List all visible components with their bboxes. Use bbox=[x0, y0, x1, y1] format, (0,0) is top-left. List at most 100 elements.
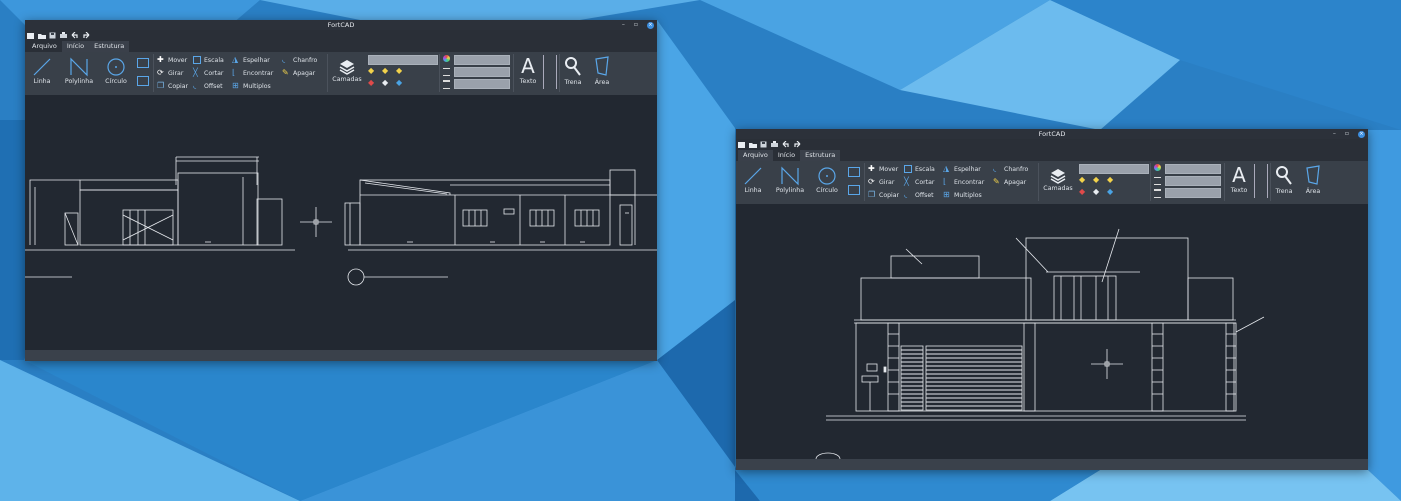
polyline-tool-button[interactable]: Polylinha bbox=[774, 165, 806, 194]
layer-freeze-icon[interactable]: ◆ bbox=[1093, 175, 1099, 184]
tab-arquivo[interactable]: Arquivo bbox=[738, 150, 773, 161]
layer-dropdown[interactable] bbox=[1079, 164, 1149, 174]
print-icon[interactable] bbox=[60, 32, 68, 39]
chamfer-button[interactable]: ◟ Chanfro bbox=[993, 165, 1028, 173]
polyline-tool-button[interactable]: Polylinha bbox=[63, 56, 95, 85]
array-button[interactable]: ⊞ Multiplos bbox=[943, 191, 982, 199]
scale-button[interactable]: Escala bbox=[904, 165, 935, 173]
lineweight-dropdown[interactable] bbox=[454, 79, 510, 89]
area-button[interactable]: Área bbox=[591, 55, 613, 86]
layers-button[interactable]: Camadas bbox=[1041, 167, 1075, 192]
close-button[interactable]: × bbox=[647, 21, 654, 29]
open-folder-icon[interactable] bbox=[749, 141, 757, 148]
chamfer-button[interactable]: ◟ Chanfro bbox=[282, 56, 317, 64]
drawing-canvas[interactable] bbox=[736, 204, 1368, 459]
chamfer-icon: ◟ bbox=[993, 164, 997, 173]
layer-on-icon[interactable]: ◆ bbox=[1079, 175, 1085, 184]
maximize-button[interactable]: ▫ bbox=[634, 20, 638, 30]
layer-current-icon[interactable]: ◆ bbox=[382, 78, 388, 87]
close-button[interactable]: × bbox=[1358, 130, 1365, 138]
rectangle-icon[interactable] bbox=[137, 58, 149, 68]
tab-inicio[interactable]: Início bbox=[773, 150, 800, 161]
open-folder-icon[interactable] bbox=[38, 32, 46, 39]
extend-button[interactable]: ⌊ Encontrar bbox=[943, 178, 984, 186]
measure-button[interactable]: Trena bbox=[562, 55, 584, 86]
window-titlebar[interactable]: FortCAD – ▫ × bbox=[736, 129, 1368, 139]
layer-delete-icon[interactable]: ◆ bbox=[368, 78, 374, 87]
layer-lock-icon[interactable]: ◆ bbox=[1107, 175, 1113, 184]
minimize-button[interactable]: – bbox=[622, 20, 625, 30]
mirror-button[interactable]: ◮ Espelhar bbox=[943, 165, 981, 173]
tab-estrutura[interactable]: Estrutura bbox=[800, 150, 841, 161]
layer-current-icon[interactable]: ◆ bbox=[1093, 187, 1099, 196]
erase-button[interactable]: ✎ Apagar bbox=[282, 69, 315, 77]
move-button[interactable]: ✚ Mover bbox=[157, 56, 187, 64]
dimension-icon[interactable] bbox=[1254, 164, 1268, 198]
dimension-icon[interactable] bbox=[543, 55, 557, 89]
linetype-dropdown[interactable] bbox=[454, 67, 510, 77]
trim-button[interactable]: ╳ Cortar bbox=[904, 178, 934, 186]
offset-button[interactable]: ◟ Offset bbox=[193, 82, 223, 90]
layer-dropdown[interactable] bbox=[368, 55, 438, 65]
line-tool-button[interactable]: Linha bbox=[30, 56, 54, 85]
window-titlebar[interactable]: FortCAD – ▫ × bbox=[25, 20, 657, 30]
layer-match-icon[interactable]: ◆ bbox=[1107, 187, 1113, 196]
undo-icon[interactable] bbox=[782, 140, 790, 148]
scale-button[interactable]: Escala bbox=[193, 56, 224, 64]
text-button[interactable]: A Texto bbox=[517, 54, 539, 85]
layer-delete-icon[interactable]: ◆ bbox=[1079, 187, 1085, 196]
save-icon[interactable] bbox=[760, 141, 768, 148]
array-button[interactable]: ⊞ Multiplos bbox=[232, 82, 271, 90]
circle-tool-button[interactable]: Círculo bbox=[814, 165, 840, 194]
maximize-button[interactable]: ▫ bbox=[1345, 129, 1349, 139]
layer-lock-icon[interactable]: ◆ bbox=[396, 66, 402, 75]
extend-button[interactable]: ⌊ Encontrar bbox=[232, 69, 273, 77]
layer-freeze-icon[interactable]: ◆ bbox=[382, 66, 388, 75]
trim-button[interactable]: ╳ Cortar bbox=[193, 69, 223, 77]
polygon-icon[interactable] bbox=[137, 76, 149, 86]
layer-on-icon[interactable]: ◆ bbox=[368, 66, 374, 75]
lineweight-dropdown[interactable] bbox=[1165, 188, 1221, 198]
color-dropdown[interactable] bbox=[454, 55, 510, 65]
quick-access-toolbar bbox=[27, 31, 90, 40]
ribbon-separator bbox=[327, 54, 328, 92]
offset-icon: ◟ bbox=[904, 190, 908, 199]
layer-match-icon[interactable]: ◆ bbox=[396, 78, 402, 87]
move-button[interactable]: ✚ Mover bbox=[868, 165, 898, 173]
measure-button[interactable]: Trena bbox=[1273, 164, 1295, 195]
copy-button[interactable]: ❐ Copiar bbox=[157, 82, 188, 90]
rotate-button[interactable]: ⟳ Girar bbox=[157, 69, 183, 77]
rectangle-icon[interactable] bbox=[848, 167, 860, 177]
layers-button[interactable]: Camadas bbox=[330, 58, 364, 83]
circle-tool-button[interactable]: Círculo bbox=[103, 56, 129, 85]
area-button[interactable]: Área bbox=[1302, 164, 1324, 195]
tab-arquivo[interactable]: Arquivo bbox=[27, 41, 62, 52]
linetype-dropdown[interactable] bbox=[1165, 176, 1221, 186]
redo-icon[interactable] bbox=[793, 140, 801, 148]
line-tool-button[interactable]: Linha bbox=[741, 165, 765, 194]
copy-button[interactable]: ❐ Copiar bbox=[868, 191, 899, 199]
tab-inicio[interactable]: Início bbox=[61, 41, 90, 52]
drawing-canvas[interactable] bbox=[25, 95, 657, 350]
tab-estrutura[interactable]: Estrutura bbox=[89, 41, 130, 52]
print-icon[interactable] bbox=[771, 141, 779, 148]
mirror-button[interactable]: ◮ Espelhar bbox=[232, 56, 270, 64]
copy-icon: ❐ bbox=[868, 190, 876, 199]
redo-icon[interactable] bbox=[82, 31, 90, 39]
save-icon[interactable] bbox=[49, 32, 57, 39]
extend-label: Encontrar bbox=[954, 178, 985, 186]
undo-icon[interactable] bbox=[71, 31, 79, 39]
new-file-icon[interactable] bbox=[27, 32, 35, 39]
rotate-button[interactable]: ⟳ Girar bbox=[868, 178, 894, 186]
color-dropdown[interactable] bbox=[1165, 164, 1221, 174]
measure-label: Trena bbox=[564, 79, 582, 86]
new-file-icon[interactable] bbox=[738, 141, 746, 148]
color-wheel-icon bbox=[1154, 164, 1161, 171]
erase-button[interactable]: ✎ Apagar bbox=[993, 178, 1026, 186]
offset-label: Offset bbox=[204, 82, 223, 90]
minimize-button[interactable]: – bbox=[1333, 129, 1336, 139]
polygon-icon[interactable] bbox=[848, 185, 860, 195]
text-button[interactable]: A Texto bbox=[1228, 163, 1250, 194]
area-label: Área bbox=[594, 79, 610, 86]
offset-button[interactable]: ◟ Offset bbox=[904, 191, 934, 199]
